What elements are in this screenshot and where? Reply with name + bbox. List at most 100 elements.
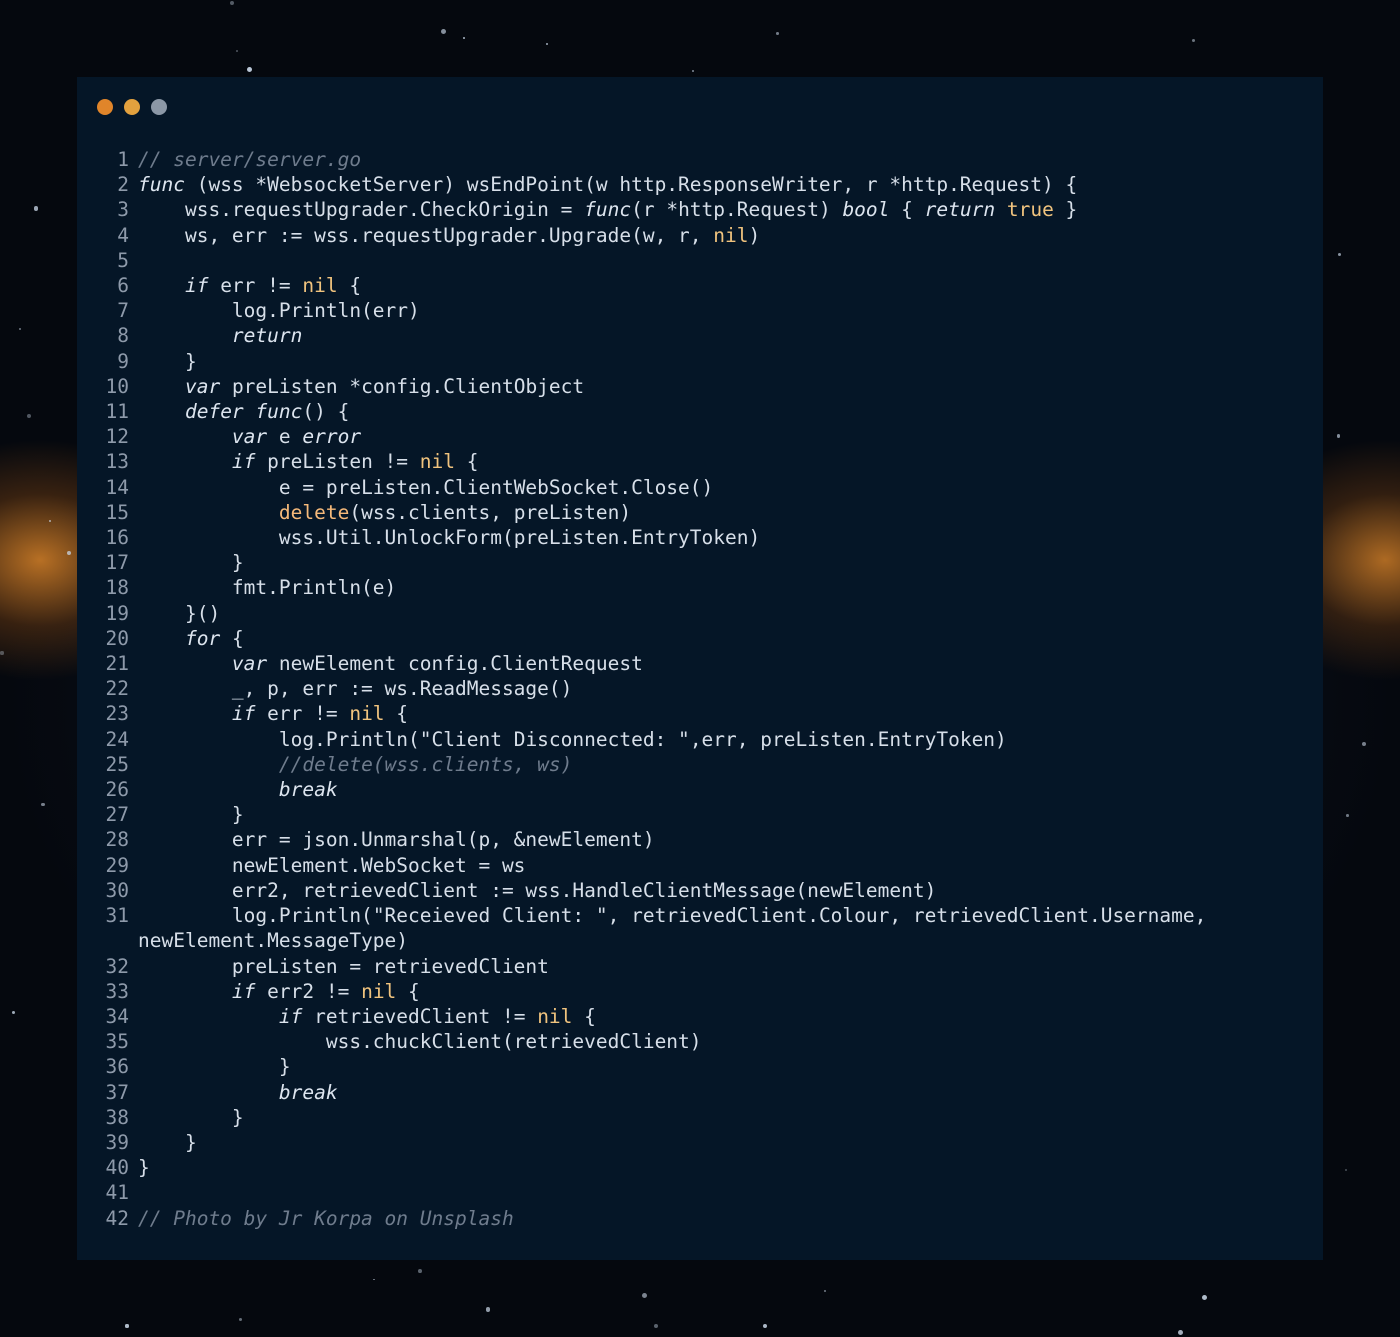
code-text: var e error [129,424,1218,449]
code-text: delete(wss.clients, preListen) [129,500,1218,525]
code-line: 40} [77,1155,1323,1180]
code-token: nil [537,1004,573,1028]
line-number: 14 [105,475,129,499]
code-token: err != [255,702,350,726]
line-number: 24 [105,727,129,751]
code-token: return [231,324,303,348]
code-line: 32 preListen = retrievedClient [77,954,1323,979]
code-token: if [231,450,256,474]
code-token: // server/server.go [138,148,362,171]
line-number: 32 [105,954,129,978]
code-token: wss.Util.UnlockForm(preListen.EntryToken… [138,526,761,550]
star-speck [641,1292,647,1298]
window-close-button[interactable] [97,99,113,115]
line-number: 2 [117,173,129,197]
star-speck [546,42,549,45]
code-token: newElement.WebSocket = ws [138,853,526,877]
code-line: 20 for { [77,626,1323,651]
code-text: err2, retrievedClient := wss.HandleClien… [129,878,1218,903]
code-text: log.Println("Receieved Client: ", retrie… [129,903,1218,928]
line-number: 38 [105,1105,129,1129]
code-text: defer func() { [129,399,1218,424]
code-line: 17 } [77,550,1323,575]
code-token: }() [138,601,221,625]
line-number: 15 [105,500,129,524]
line-number: 10 [105,374,129,398]
code-line: 31 log.Println("Receieved Client: ", ret… [77,903,1323,928]
code-token: if [231,979,256,1003]
code-token: error [302,425,362,449]
code-text: var preListen *config.ClientObject [129,374,1218,399]
line-number: 18 [105,576,129,600]
code-text: if err2 != nil { [129,979,1218,1004]
code-text: // server/server.go [129,147,1218,172]
code-token: var [231,425,268,449]
code-line: 28 err = json.Unmarshal(p, &newElement) [77,827,1323,852]
code-text: if preListen != nil { [129,449,1218,474]
code-line: 26 break [77,777,1323,802]
code-token: () { [302,400,350,424]
line-number: 1 [117,148,129,171]
code-token: preListen = retrievedClient [138,954,549,978]
code-text: break [129,777,1218,802]
line-number: 5 [117,248,129,272]
code-token: if [184,274,209,298]
code-line: 23 if err != nil { [77,701,1323,726]
code-token: { [384,702,409,726]
code-token: "Receieved Client: " [372,904,608,928]
star-speck [1201,1294,1207,1300]
code-line: 39 } [77,1130,1323,1155]
code-token: fmt.Println(e) [138,576,397,600]
code-token: _, p, err := ws.ReadMessage() [138,677,573,701]
code-line: 27 } [77,802,1323,827]
code-token: { [572,1004,596,1028]
code-token: err2, retrievedClient := wss.HandleClien… [138,878,937,902]
star-speck [18,328,21,330]
code-line: 1 // server/server.go [77,147,1323,172]
line-number: 19 [105,601,129,625]
code-text: newElement.MessageType) [129,928,1218,953]
line-number: 3 [117,198,129,222]
line-number: 31 [105,904,129,928]
code-text: fmt.Println(e) [129,575,1218,600]
code-token: wss.chuckClient(retrievedClient) [138,1030,702,1054]
code-line: 25 //delete(wss.clients, ws) [77,752,1323,777]
code-token: err = json.Unmarshal(p, &newElement) [138,828,655,852]
code-text: wss.Util.UnlockForm(preListen.EntryToken… [129,525,1218,550]
code-token: wss.requestUpgrader.CheckOrigin = [138,198,585,222]
code-token: newElement config.ClientRequest [267,652,643,676]
star-speck [485,1306,491,1312]
window-minimize-button[interactable] [124,99,140,115]
line-number: 11 [105,400,129,424]
code-token: } [138,349,197,373]
code-line: 35 wss.chuckClient(retrievedClient) [77,1029,1323,1054]
code-token: } [138,1055,291,1079]
code-token: err != [208,274,303,298]
code-token: (wss *WebsocketServer) wsEndPoint(w http… [184,173,1078,197]
code-token: log.Println( [138,904,373,928]
code-line: 14 e = preListen.ClientWebSocket.Close() [77,475,1323,500]
code-line: 41 [77,1180,1323,1205]
star-speck [1361,741,1366,747]
window-maximize-button[interactable] [151,99,167,115]
line-number: 13 [105,450,129,474]
code-token: var [184,374,221,398]
code-editor: 1 // server/server.go 2 func (wss *Websocke… [77,147,1323,1231]
code-line: 30 err2, retrievedClient := wss.HandleCl… [77,878,1323,903]
code-line: 3 wss.requestUpgrader.CheckOrigin = func… [77,197,1323,222]
code-line: 13 if preListen != nil { [77,449,1323,474]
code-token: break [278,778,338,802]
code-line: 38 } [77,1105,1323,1130]
code-text: } [129,1130,1218,1155]
code-text: err = json.Unmarshal(p, &newElement) [129,827,1218,852]
code-window: 1 // server/server.go 2 func (wss *Websocke… [77,77,1323,1260]
code-token: nil [419,450,456,474]
code-token: func [138,173,185,197]
line-number: 7 [117,299,129,323]
